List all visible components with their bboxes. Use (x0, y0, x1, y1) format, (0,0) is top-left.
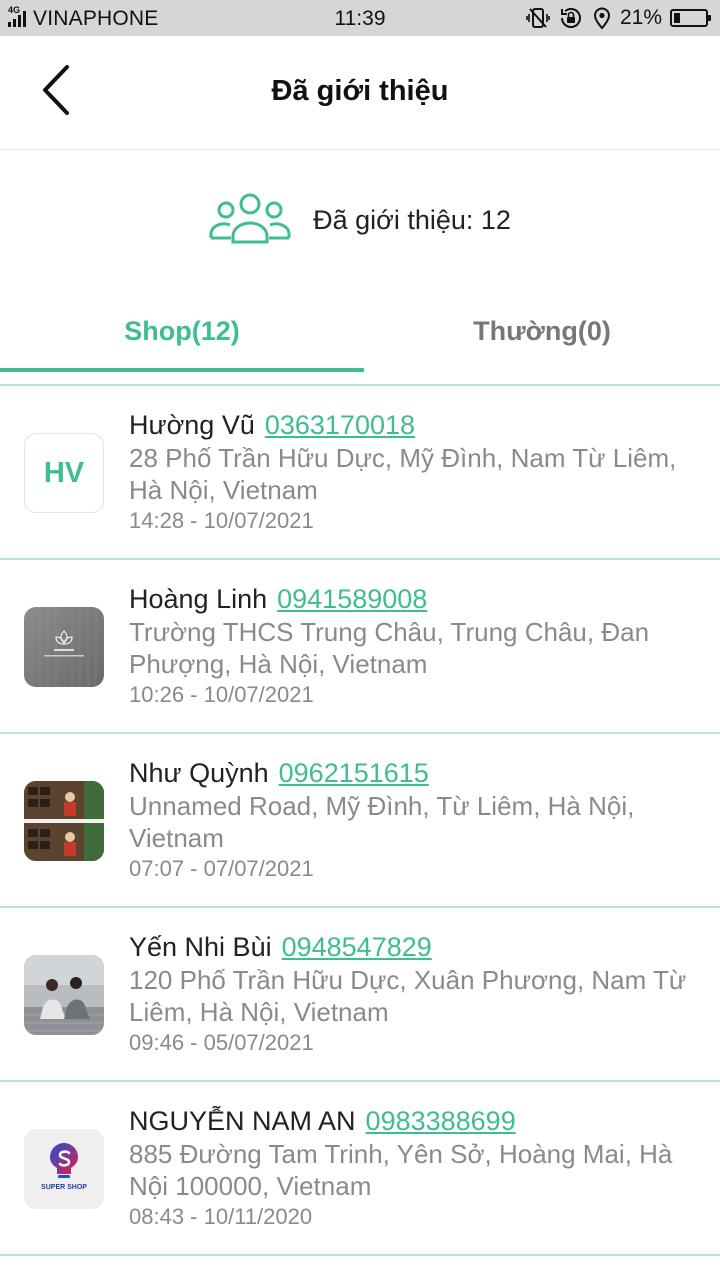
avatar (24, 955, 104, 1035)
battery-percent: 21% (619, 6, 662, 29)
list-item[interactable]: HV Hường Vũ 0363170018 28 Phố Trần Hữu Dự… (0, 386, 720, 560)
location-icon (592, 6, 612, 30)
phone-link[interactable]: 0363170018 (265, 410, 415, 440)
referral-list: HV Hường Vũ 0363170018 28 Phố Trần Hữu Dự… (0, 386, 720, 1256)
page-title: Đã giới thiệu (271, 75, 449, 107)
name-line: Hường Vũ 0363170018 (129, 408, 704, 442)
list-item-info: Hoàng Linh 0941589008 Trường THCS Trung C… (129, 582, 704, 710)
referral-count: Đã giới thiệu: 12 (313, 204, 511, 235)
list-item[interactable]: Yến Nhi Bùi 0948547829 120 Phố Trần Hữu D… (0, 908, 720, 1082)
rotation-lock-icon (558, 6, 584, 30)
app-header: Đã giới thiệu (0, 36, 720, 150)
referral-time: 10:26 - 10/07/2021 (129, 682, 314, 707)
phone-link[interactable]: 0941589008 (277, 584, 427, 614)
referral-address: Unnamed Road, Mỹ Đình, Từ Liêm, Hà Nội, … (129, 791, 635, 853)
vibrate-icon (526, 6, 550, 30)
list-item-info: NGUYỄN NAM AN 0983388699 885 Đường Tam Tr… (129, 1104, 704, 1232)
referral-address: 885 Đường Tam Trinh, Yên Sở, Hoàng Mai, … (129, 1139, 673, 1201)
avatar-logo-text: SUPER SHOP (41, 1184, 87, 1191)
phone-link[interactable]: 0983388699 (366, 1106, 516, 1136)
tab-normal[interactable]: Thường(0) (364, 290, 720, 372)
name-line: NGUYỄN NAM AN 0983388699 (129, 1104, 704, 1138)
avatar: SUPER SHOP (24, 1129, 104, 1209)
phone-link[interactable]: 0962151615 (279, 758, 429, 788)
referral-name: Yến Nhi Bùi (129, 932, 272, 962)
name-line: Yến Nhi Bùi 0948547829 (129, 930, 704, 964)
list-item[interactable]: Như Quỳnh 0962151615 Unnamed Road, Mỹ Đìn… (0, 734, 720, 908)
active-tab-indicator (0, 368, 364, 372)
referral-address: Trường THCS Trung Châu, Trung Châu, Đan … (129, 617, 650, 679)
avatar (24, 607, 104, 687)
tab-bar: Shop(12) Thường(0) (0, 290, 720, 386)
list-item-info: Yến Nhi Bùi 0948547829 120 Phố Trần Hữu D… (129, 930, 704, 1058)
list-item[interactable]: Hoàng Linh 0941589008 Trường THCS Trung C… (0, 560, 720, 734)
referral-name: Hường Vũ (129, 410, 255, 440)
battery-icon (670, 9, 711, 27)
referral-time: 08:43 - 10/11/2020 (129, 1204, 313, 1229)
referral-name: Như Quỳnh (129, 758, 269, 788)
avatar: HV (24, 433, 104, 513)
tab-shop[interactable]: Shop(12) (0, 290, 364, 372)
referral-time: 07:07 - 07/07/2021 (129, 856, 314, 881)
status-right: 21% (526, 4, 711, 32)
name-line: Hoàng Linh 0941589008 (129, 582, 704, 616)
referral-name: NGUYỄN NAM AN (129, 1106, 356, 1136)
referral-summary: Đã giới thiệu: 12 (0, 150, 720, 290)
referral-address: 120 Phố Trần Hữu Dực, Xuân Phương, Nam T… (129, 965, 687, 1027)
status-bar: 4G VINAPHONE 11:39 21% (0, 0, 720, 36)
list-item[interactable]: SUPER SHOP NGUYỄN NAM AN 0983388699 885 Đ… (0, 1082, 720, 1256)
users-group-icon (209, 192, 291, 249)
referral-time: 14:28 - 10/07/2021 (129, 508, 314, 533)
list-item-info: Như Quỳnh 0962151615 Unnamed Road, Mỹ Đìn… (129, 756, 704, 884)
list-item-info: Hường Vũ 0363170018 28 Phố Trần Hữu Dực, … (129, 408, 704, 536)
name-line: Như Quỳnh 0962151615 (129, 756, 704, 790)
referral-time: 09:46 - 05/07/2021 (129, 1030, 314, 1055)
phone-link[interactable]: 0948547829 (282, 932, 432, 962)
avatar (24, 781, 104, 861)
referral-name: Hoàng Linh (129, 584, 268, 614)
referral-address: 28 Phố Trần Hữu Dực, Mỹ Đình, Nam Từ Liê… (129, 443, 677, 505)
